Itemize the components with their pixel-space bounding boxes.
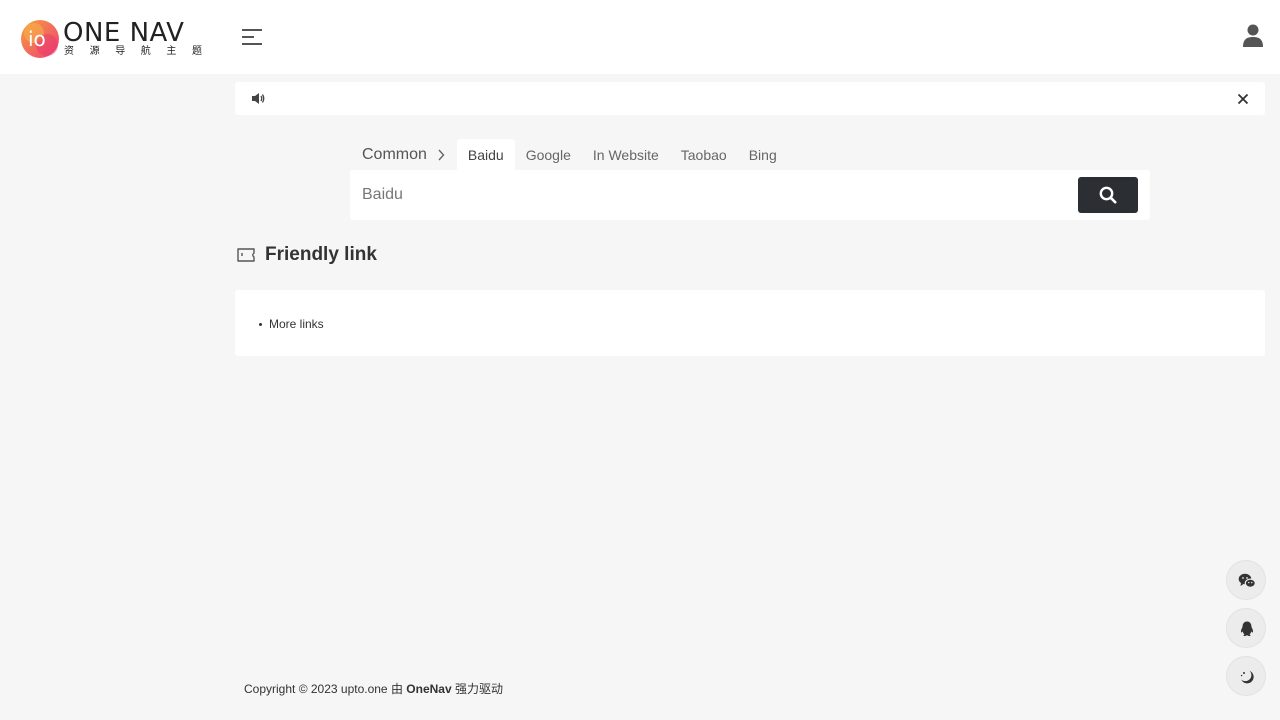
speaker-icon — [252, 93, 265, 104]
logo-subtitle-char: 导 — [115, 46, 126, 57]
footer-copyright: Copyright © 2023 upto.one 由 OneNav 强力驱动 — [244, 680, 503, 697]
logo-subtitle-char: 源 — [89, 46, 100, 57]
search-group-label: Common — [362, 145, 427, 163]
dark-mode-icon — [1240, 670, 1254, 684]
logo-badge-icon: io — [21, 20, 59, 58]
chevron-right-icon — [438, 149, 445, 160]
logo-title: ONE NAV — [63, 18, 185, 48]
tab-in-website[interactable]: In Website — [582, 139, 670, 170]
logo-subtitle: 资 源 导 航 主 题 — [64, 46, 202, 58]
bullet-icon — [259, 322, 262, 326]
sidebar-toggle-button[interactable] — [240, 26, 266, 48]
qq-icon — [1240, 621, 1254, 637]
friendly-link-heading: Friendly link — [236, 243, 377, 267]
tab-bing[interactable]: Bing — [738, 139, 788, 170]
search-input[interactable] — [350, 170, 1070, 220]
tab-taobao[interactable]: Taobao — [670, 139, 738, 170]
tab-google[interactable]: Google — [515, 139, 582, 170]
friendly-links-list: More links — [259, 317, 324, 331]
logo-badge-text: io — [28, 27, 46, 51]
announcement-bar — [235, 82, 1265, 115]
close-icon[interactable] — [1235, 91, 1251, 107]
logo-subtitle-char: 航 — [140, 46, 151, 57]
search-icon — [1099, 186, 1117, 204]
search-box — [350, 170, 1150, 220]
wechat-button[interactable] — [1226, 560, 1266, 600]
dark-mode-toggle[interactable] — [1226, 656, 1266, 696]
logo-subtitle-char: 资 — [64, 46, 74, 57]
search-engine-tabs: Common Baidu Google In Website Taobao Bi… — [350, 139, 788, 170]
search-button[interactable] — [1078, 177, 1138, 213]
user-icon — [1243, 24, 1263, 47]
tab-baidu[interactable]: Baidu — [456, 139, 515, 170]
more-links-link[interactable]: More links — [269, 317, 324, 331]
footer-suffix: 强力驱动 — [451, 682, 503, 696]
logo-subtitle-char: 主 — [166, 46, 177, 57]
section-title: Friendly link — [265, 244, 377, 265]
hamburger-icon — [242, 29, 262, 45]
top-header: io ONE NAV 资 源 导 航 主 题 — [0, 0, 1280, 74]
site-logo[interactable]: io ONE NAV 资 源 导 航 主 题 — [20, 18, 202, 59]
search-group-selector[interactable]: Common — [350, 139, 457, 170]
footer-prefix: Copyright © 2023 upto.one 由 — [244, 682, 407, 696]
user-account-button[interactable] — [1241, 23, 1265, 49]
ticket-icon — [237, 248, 255, 262]
list-item: More links — [259, 317, 324, 331]
friendly-links-card: More links — [235, 290, 1265, 356]
footer-brand-link[interactable]: OneNav — [406, 682, 451, 696]
logo-subtitle-char: 题 — [191, 46, 202, 57]
wechat-icon — [1238, 573, 1256, 588]
qq-button[interactable] — [1226, 608, 1266, 648]
